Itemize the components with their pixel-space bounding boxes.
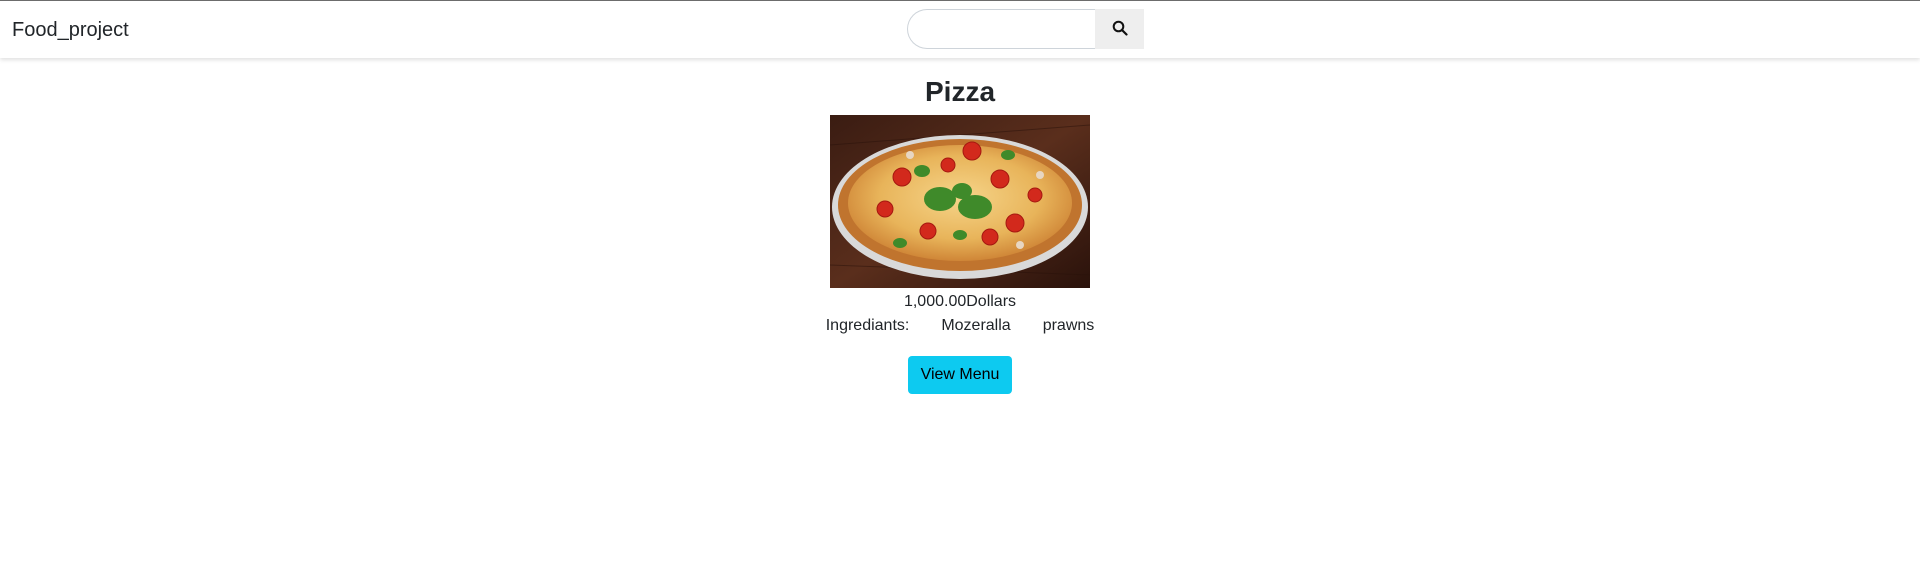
ingredient-item: Mozeralla <box>941 317 1011 334</box>
product-title: Pizza <box>924 76 996 107</box>
ingredient-item: prawns <box>1042 317 1095 334</box>
view-menu-button[interactable]: View Menu <box>908 356 1012 394</box>
price-amount: 1,000.00 <box>903 293 967 310</box>
navbar: Food_project <box>0 0 1920 58</box>
ingredients-label: Ingrediants: <box>825 317 910 334</box>
search-button[interactable] <box>1095 9 1144 49</box>
price-unit: Dollars <box>966 293 1017 310</box>
product-image <box>830 115 1090 288</box>
ingredients-list: Ingrediants: Mozeralla prawns <box>0 316 1920 336</box>
product-card: Pizza 1,000.00Dollars Ingrediants: Mozer… <box>0 58 1920 394</box>
brand-link[interactable]: Food_project <box>12 18 129 42</box>
search-icon <box>1112 20 1128 39</box>
search-input[interactable] <box>907 9 1095 49</box>
product-price: 1,000.00Dollars <box>0 292 1920 312</box>
search-form <box>907 9 1144 49</box>
